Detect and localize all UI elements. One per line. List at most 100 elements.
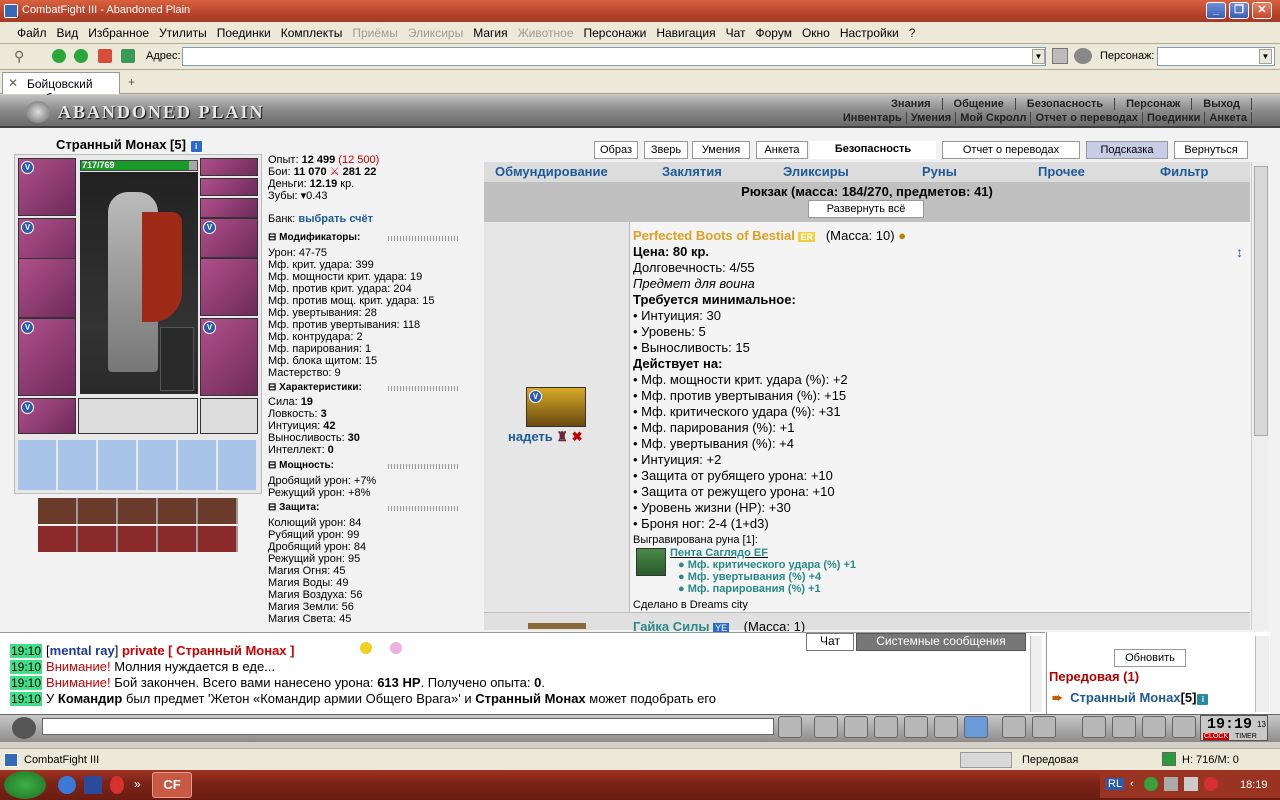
top-button[interactable]: Анкета xyxy=(756,141,808,159)
chat-input[interactable] xyxy=(42,718,774,735)
chat-timestamp[interactable]: 19:10 xyxy=(10,692,43,706)
wear-icon[interactable]: ♜ xyxy=(556,429,568,444)
address-dropdown-icon[interactable]: ▼ xyxy=(1032,49,1045,64)
collapse-icon[interactable]: ⊟ xyxy=(268,460,276,471)
private-icon[interactable] xyxy=(934,716,958,738)
settings-icon[interactable] xyxy=(1032,716,1056,738)
more-icon[interactable]: » xyxy=(134,777,141,791)
status-icons[interactable] xyxy=(960,752,1012,768)
refresh-status-icon[interactable] xyxy=(1162,752,1176,766)
slot-gloves[interactable]: V xyxy=(200,218,258,258)
subnav-link[interactable]: Умения xyxy=(907,112,957,124)
taskbar-app-cf[interactable]: CF xyxy=(152,772,192,798)
rune-name-text[interactable]: Пента Саглядо EF xyxy=(670,547,768,559)
menu-item[interactable]: Поединки xyxy=(212,26,276,40)
slot-earrings[interactable] xyxy=(200,158,258,176)
close-button[interactable]: ✕ xyxy=(1252,2,1272,19)
menu-item[interactable]: Персонажи xyxy=(579,26,652,40)
lang-indicator[interactable]: RL xyxy=(1106,778,1125,790)
menu-item[interactable]: Утилиты xyxy=(154,26,212,40)
inventory-tab[interactable]: Эликсиры xyxy=(783,164,849,179)
menu-item[interactable]: Файл xyxy=(12,26,52,40)
side-scrollbar[interactable] xyxy=(1255,636,1269,712)
top-button[interactable]: Зверь xyxy=(644,141,688,159)
collapse-icon[interactable]: ⊟ xyxy=(268,502,276,513)
tray-network-icon[interactable] xyxy=(1164,777,1178,791)
desktop-icon[interactable] xyxy=(84,776,102,794)
player-name[interactable]: Странный Монах xyxy=(1070,690,1180,705)
nav-link[interactable]: Выход xyxy=(1192,98,1252,110)
slot-boots[interactable] xyxy=(200,398,258,434)
tray-shield-icon[interactable] xyxy=(1144,777,1158,791)
menu-item[interactable]: Комплекты xyxy=(276,26,348,40)
drop-icon[interactable]: ✖ xyxy=(572,429,583,444)
top-button[interactable]: Образ xyxy=(594,141,638,159)
section-powers[interactable]: ⊟ Мощность: xyxy=(268,460,478,472)
start-button[interactable] xyxy=(4,771,46,799)
subnav-link[interactable]: Анкета xyxy=(1205,112,1252,124)
section-modifiers[interactable]: ⊟ Модификаторы: xyxy=(268,232,478,244)
character-select[interactable] xyxy=(1157,47,1275,66)
maximize-button[interactable]: ❐ xyxy=(1229,2,1249,19)
menu-item[interactable]: Вид xyxy=(52,26,84,40)
tray-volume-icon[interactable] xyxy=(1184,777,1198,791)
menu-item[interactable]: Чат xyxy=(721,26,751,40)
forward-icon[interactable] xyxy=(74,49,88,63)
address-input[interactable] xyxy=(182,47,1046,66)
nav-link[interactable]: Общение xyxy=(943,98,1016,110)
inventory-tab[interactable]: Обмундирование xyxy=(495,164,608,179)
menu-item[interactable]: Магия xyxy=(468,26,512,40)
monitor-icon[interactable] xyxy=(874,716,898,738)
boots-item-image[interactable]: V xyxy=(526,387,586,427)
top-button[interactable]: Отчет о переводах xyxy=(942,141,1080,159)
minimize-button[interactable]: _ xyxy=(1206,2,1226,19)
bank-link[interactable]: выбрать счёт xyxy=(298,213,373,225)
attack-arrow-icon[interactable]: ➨ xyxy=(1052,690,1063,705)
scroll-arrows-icon[interactable]: ↕ xyxy=(1236,244,1243,260)
spell-slots-row2[interactable] xyxy=(38,526,238,552)
inventory-tab[interactable]: Фильтр xyxy=(1160,164,1209,179)
clear-icon[interactable] xyxy=(1052,48,1068,64)
chat-tab-chat[interactable]: Чат xyxy=(806,633,854,651)
chat-timestamp[interactable]: 19:10 xyxy=(10,676,43,690)
pin-icon[interactable]: ⚲ xyxy=(14,48,28,64)
chat-timestamp[interactable]: 19:10 xyxy=(10,660,43,674)
back-icon[interactable] xyxy=(52,49,66,63)
filter-icon[interactable] xyxy=(844,716,868,738)
slot-belt[interactable]: V xyxy=(18,398,76,434)
inventory-tab[interactable]: Заклятия xyxy=(662,164,722,179)
menu-item[interactable]: Настройки xyxy=(835,26,904,40)
nav-link[interactable]: Знания xyxy=(880,98,943,110)
pet-icon[interactable] xyxy=(1112,716,1136,738)
character-dropdown-icon[interactable]: ▼ xyxy=(1259,49,1272,64)
tray-app-icon[interactable] xyxy=(1204,777,1218,791)
smiles-icon[interactable] xyxy=(1002,716,1026,738)
opera-icon[interactable] xyxy=(110,776,124,794)
bag-icon[interactable] xyxy=(1082,716,1106,738)
inventory-scrollbar[interactable] xyxy=(1251,162,1269,630)
scroll-slots[interactable] xyxy=(18,440,258,490)
wear-link[interactable]: надеть ♜ ✖ xyxy=(508,429,583,445)
people-icon[interactable] xyxy=(1074,48,1092,64)
info-icon[interactable]: i xyxy=(189,140,203,153)
section-characteristics[interactable]: ⊟ Характеристики: xyxy=(268,382,478,394)
tray-arrow-icon[interactable]: ‹ xyxy=(1130,778,1134,790)
nav-link[interactable]: Персонаж xyxy=(1115,98,1193,110)
menu-item[interactable]: Навигация xyxy=(651,26,720,40)
menu-item[interactable]: Избранное xyxy=(83,26,154,40)
new-tab-icon[interactable]: + xyxy=(128,75,135,89)
exit-icon[interactable] xyxy=(1172,716,1196,738)
browser-icon[interactable] xyxy=(58,776,76,794)
stop-icon[interactable] xyxy=(98,49,112,63)
slot-legs[interactable]: V xyxy=(200,318,258,396)
chat-head-icon[interactable] xyxy=(12,717,36,739)
wear-link-text[interactable]: надеть xyxy=(508,429,553,444)
slot-rings[interactable] xyxy=(200,198,258,218)
section-defense[interactable]: ⊟ Защита: xyxy=(268,502,478,514)
slot-shield[interactable] xyxy=(200,258,258,316)
slot-armor[interactable]: V xyxy=(18,318,76,396)
eraser-icon[interactable] xyxy=(814,716,838,738)
slot-weapon[interactable] xyxy=(18,258,76,318)
spell-slots-row1[interactable] xyxy=(38,498,238,524)
scrollbar-thumb[interactable] xyxy=(1254,166,1268,436)
